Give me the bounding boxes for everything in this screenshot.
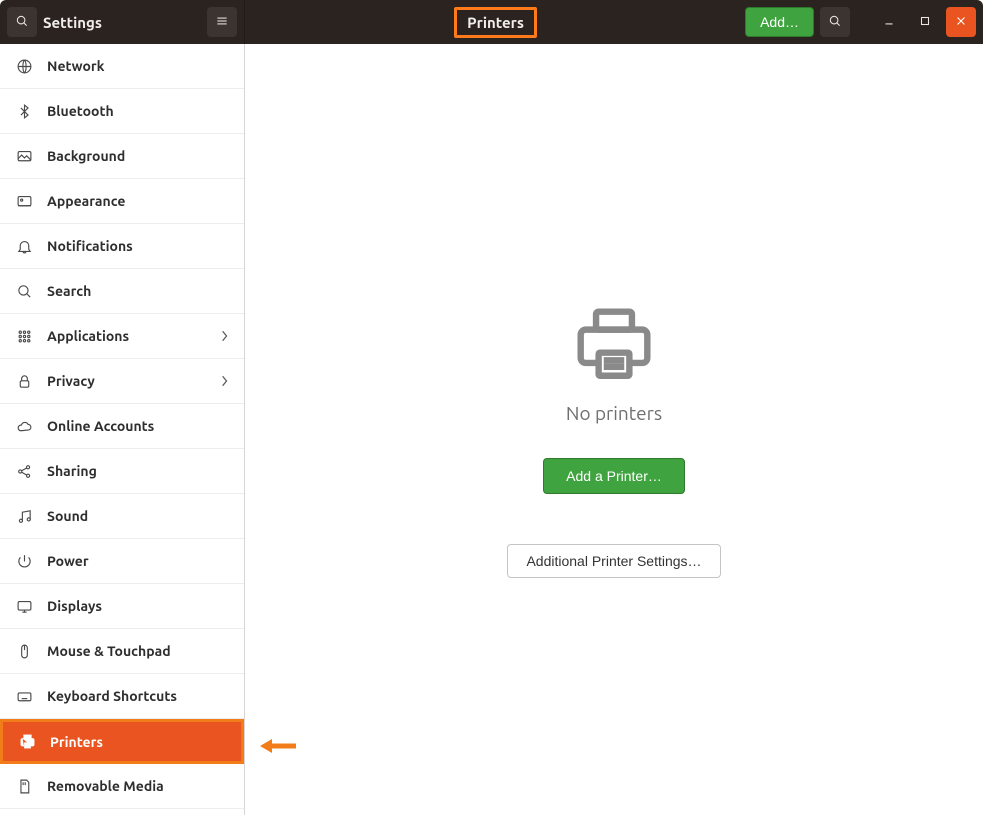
maximize-icon [918, 14, 932, 31]
window-close-button[interactable] [946, 7, 976, 37]
music-icon [15, 507, 33, 525]
sidebar-item-network[interactable]: Network [0, 44, 244, 89]
sidebar-item-label: Sharing [47, 463, 229, 479]
titlebar-sidebar-area: Settings [0, 0, 245, 44]
settings-window: Settings Printers Add… [0, 0, 983, 815]
sidebar-item-label: Appearance [47, 193, 229, 209]
media-icon [15, 777, 33, 795]
sidebar-item-keyboard-shortcuts[interactable]: Keyboard Shortcuts [0, 674, 244, 719]
sidebar-item-search[interactable]: Search [0, 269, 244, 314]
sidebar-item-label: Power [47, 553, 229, 569]
chevron-right-icon [221, 374, 229, 388]
sidebar-item-label: Mouse & Touchpad [47, 643, 229, 659]
additional-printer-settings-button[interactable]: Additional Printer Settings… [507, 544, 720, 578]
appearance-icon [15, 192, 33, 210]
sidebar-item-label: Keyboard Shortcuts [47, 688, 229, 704]
bluetooth-icon [15, 102, 33, 120]
window-minimize-button[interactable] [874, 7, 904, 37]
close-icon [954, 14, 968, 31]
sidebar-item-power[interactable]: Power [0, 539, 244, 584]
sidebar-item-label: Applications [47, 328, 207, 344]
globe-icon [15, 57, 33, 75]
add-button[interactable]: Add… [745, 7, 814, 37]
empty-state-text: No printers [566, 402, 662, 424]
window-body: Network Bluetooth Background Appearance Noti… [0, 44, 983, 815]
minimize-icon [882, 14, 896, 31]
power-icon [15, 552, 33, 570]
sidebar-item-removable-media[interactable]: Removable Media [0, 764, 244, 809]
sidebar-item-appearance[interactable]: Appearance [0, 179, 244, 224]
sidebar-item-sound[interactable]: Sound [0, 494, 244, 539]
displays-icon [15, 597, 33, 615]
panel-search-button[interactable] [820, 7, 850, 37]
sidebar-item-label: Notifications [47, 238, 229, 254]
sidebar-item-applications[interactable]: Applications [0, 314, 244, 359]
add-printer-button[interactable]: Add a Printer… [543, 458, 685, 494]
sidebar-item-privacy[interactable]: Privacy [0, 359, 244, 404]
sidebar-item-printers[interactable]: Printers [0, 719, 244, 764]
sidebar-item-label: Online Accounts [47, 418, 229, 434]
sidebar-title: Settings [43, 14, 201, 31]
sidebar-item-label: Background [47, 148, 229, 164]
bell-icon [15, 237, 33, 255]
share-icon [15, 462, 33, 480]
search-icon [828, 14, 842, 31]
sidebar-item-background[interactable]: Background [0, 134, 244, 179]
panel-title: Printers [454, 7, 537, 38]
titlebar-main-area: Printers Add… [245, 7, 983, 38]
sidebar-item-online-accounts[interactable]: Online Accounts [0, 404, 244, 449]
sidebar-item-label: Search [47, 283, 229, 299]
sidebar-item-label: Printers [50, 734, 226, 750]
printers-panel: No printers Add a Printer… Additional Pr… [245, 44, 983, 815]
search-icon [15, 282, 33, 300]
sidebar-item-label: Removable Media [47, 778, 229, 794]
hamburger-icon [215, 14, 229, 31]
settings-sidebar[interactable]: Network Bluetooth Background Appearance Noti… [0, 44, 245, 815]
sidebar-item-mouse-touchpad[interactable]: Mouse & Touchpad [0, 629, 244, 674]
sidebar-item-label: Privacy [47, 373, 207, 389]
printer-icon [18, 733, 36, 751]
sidebar-item-displays[interactable]: Displays [0, 584, 244, 629]
cloud-icon [15, 417, 33, 435]
sidebar-item-label: Displays [47, 598, 229, 614]
sidebar-search-button[interactable] [7, 7, 37, 37]
chevron-right-icon [221, 329, 229, 343]
keyboard-icon [15, 687, 33, 705]
sidebar-item-notifications[interactable]: Notifications [0, 224, 244, 269]
mouse-icon [15, 642, 33, 660]
background-icon [15, 147, 33, 165]
grid-icon [15, 327, 33, 345]
sidebar-item-bluetooth[interactable]: Bluetooth [0, 89, 244, 134]
printer-icon [573, 304, 655, 386]
window-maximize-button[interactable] [910, 7, 940, 37]
sidebar-item-label: Sound [47, 508, 229, 524]
sidebar-item-sharing[interactable]: Sharing [0, 449, 244, 494]
search-icon [15, 14, 29, 31]
titlebar: Settings Printers Add… [0, 0, 983, 44]
lock-icon [15, 372, 33, 390]
sidebar-item-label: Network [47, 58, 229, 74]
sidebar-item-label: Bluetooth [47, 103, 229, 119]
hamburger-menu-button[interactable] [207, 7, 237, 37]
